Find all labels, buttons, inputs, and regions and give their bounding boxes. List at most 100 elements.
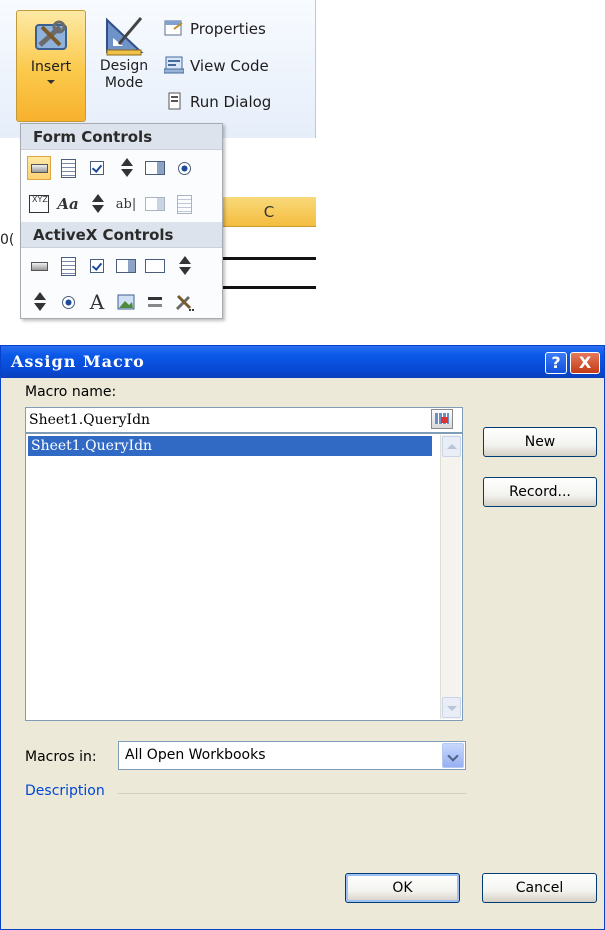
design-mode-label-line1: Design — [99, 58, 149, 74]
activex-more-controls-control[interactable] — [172, 290, 196, 314]
form-combo-dropdown-edit-control[interactable] — [172, 192, 196, 216]
form-label-control[interactable]: Aa — [56, 192, 80, 216]
record-button[interactable]: Record... — [483, 477, 597, 507]
macro-name-input[interactable]: Sheet1.QueryIdn — [25, 407, 463, 433]
chevron-down-icon[interactable] — [442, 743, 464, 768]
column-header-c[interactable]: C — [222, 197, 316, 227]
form-option-button-control[interactable] — [172, 156, 196, 180]
combo-dropdown-edit-icon — [176, 194, 192, 214]
combo-box-icon — [60, 158, 76, 178]
dialog-title: Assign Macro — [11, 352, 145, 371]
cell-border — [222, 286, 316, 289]
properties-icon — [164, 20, 183, 36]
help-button[interactable]: ? — [545, 352, 567, 374]
run-dialog-label: Run Dialog — [190, 93, 272, 111]
assign-macro-dialog: Assign Macro ? X Macro name: Sheet1.Quer… — [0, 345, 605, 930]
form-list-box-control[interactable] — [143, 156, 167, 180]
form-group-box-control[interactable]: XYZ — [27, 192, 51, 216]
text-box-icon — [145, 259, 165, 273]
spin-button-icon — [33, 292, 46, 312]
activex-controls-row-1 — [21, 248, 222, 284]
design-mode-icon — [106, 17, 144, 56]
combo-box-icon — [60, 256, 76, 276]
check-box-icon — [90, 161, 104, 175]
form-controls-header: Form Controls — [21, 124, 222, 150]
form-spin-button-control[interactable] — [114, 156, 138, 180]
text-field-icon: ab| — [115, 196, 137, 212]
chevron-down-icon — [47, 80, 55, 84]
activex-toggle-button-control[interactable] — [143, 290, 167, 314]
label-icon: A — [89, 290, 105, 314]
insert-label: Insert — [30, 59, 72, 75]
arrow-up-icon — [447, 444, 457, 449]
label-icon: Aa — [57, 195, 79, 213]
activex-controls-row-2: A — [21, 284, 222, 320]
activex-spin-button-control[interactable] — [27, 290, 51, 314]
cell-border — [222, 257, 316, 260]
form-check-box-control[interactable] — [85, 156, 109, 180]
ok-button[interactable]: OK — [345, 873, 460, 903]
list-box-icon — [116, 259, 136, 273]
toggle-button-icon — [148, 297, 162, 307]
activex-list-box-control[interactable] — [114, 254, 138, 278]
activex-scroll-bar-control[interactable] — [172, 254, 196, 278]
list-scrollbar[interactable] — [440, 435, 461, 719]
macros-in-label: Macros in: — [25, 749, 97, 765]
activex-text-box-control[interactable] — [143, 254, 167, 278]
activex-image-control[interactable] — [114, 290, 138, 314]
run-dialog-button[interactable]: Run Dialog — [164, 90, 271, 114]
new-button[interactable]: New — [483, 427, 597, 457]
activex-combo-box-control[interactable] — [56, 254, 80, 278]
more-controls-icon — [175, 294, 194, 311]
macro-name-label: Macro name: — [25, 384, 117, 400]
option-button-icon — [177, 161, 191, 175]
form-scroll-bar-control[interactable] — [85, 192, 109, 216]
scroll-down-button[interactable] — [442, 697, 461, 718]
scroll-bar-icon — [178, 256, 191, 276]
cancel-button[interactable]: Cancel — [482, 873, 597, 903]
combo-list-edit-icon — [145, 197, 165, 211]
spin-button-icon — [120, 158, 133, 178]
activex-controls-header: ActiveX Controls — [21, 222, 222, 248]
activex-option-button-control[interactable] — [56, 290, 80, 314]
cell-fragment: 0( — [0, 232, 15, 248]
description-label: Description — [25, 783, 105, 799]
form-combo-box-control[interactable] — [56, 156, 80, 180]
form-combo-list-edit-control[interactable] — [143, 192, 167, 216]
scroll-bar-icon — [91, 194, 104, 214]
view-code-icon — [164, 56, 184, 74]
macro-list[interactable]: Sheet1.QueryIdn — [25, 433, 463, 721]
list-item[interactable]: Sheet1.QueryIdn — [28, 436, 432, 456]
image-icon — [117, 294, 135, 310]
macros-in-value: All Open Workbooks — [125, 747, 266, 763]
view-code-label: View Code — [190, 57, 269, 75]
activex-command-button-control[interactable] — [27, 254, 51, 278]
design-mode-button[interactable]: Design Mode — [92, 10, 156, 122]
insert-controls-menu: Form Controls XYZ Aa ab| ActiveX Control… — [20, 123, 223, 319]
group-box-icon: XYZ — [29, 195, 49, 213]
properties-label: Properties — [190, 20, 266, 38]
macros-in-select[interactable]: All Open Workbooks — [118, 741, 466, 770]
description-divider — [118, 793, 466, 794]
command-button-icon — [30, 261, 48, 271]
dialog-title-bar[interactable]: Assign Macro ? X — [1, 346, 604, 378]
check-box-icon — [90, 259, 104, 273]
button-icon — [30, 163, 48, 173]
form-text-field-control[interactable]: ab| — [114, 192, 138, 216]
option-button-icon — [61, 295, 75, 309]
scroll-up-button[interactable] — [442, 436, 461, 457]
run-dialog-icon — [168, 92, 181, 110]
form-button-control[interactable] — [27, 156, 51, 180]
developer-ribbon-group: Insert Design Mode Properties View Code — [0, 0, 316, 138]
form-controls-row-1 — [21, 150, 222, 186]
activex-check-box-control[interactable] — [85, 254, 109, 278]
close-button[interactable]: X — [570, 352, 600, 374]
view-code-button[interactable]: View Code — [164, 54, 269, 78]
activex-label-control[interactable]: A — [85, 290, 109, 314]
properties-button[interactable]: Properties — [164, 17, 266, 41]
design-mode-label-line2: Mode — [104, 75, 144, 91]
collapse-dialog-icon[interactable] — [431, 409, 453, 429]
insert-controls-button[interactable]: Insert — [16, 10, 86, 122]
form-controls-row-2: XYZ Aa ab| — [21, 186, 222, 222]
arrow-down-icon — [447, 706, 457, 711]
